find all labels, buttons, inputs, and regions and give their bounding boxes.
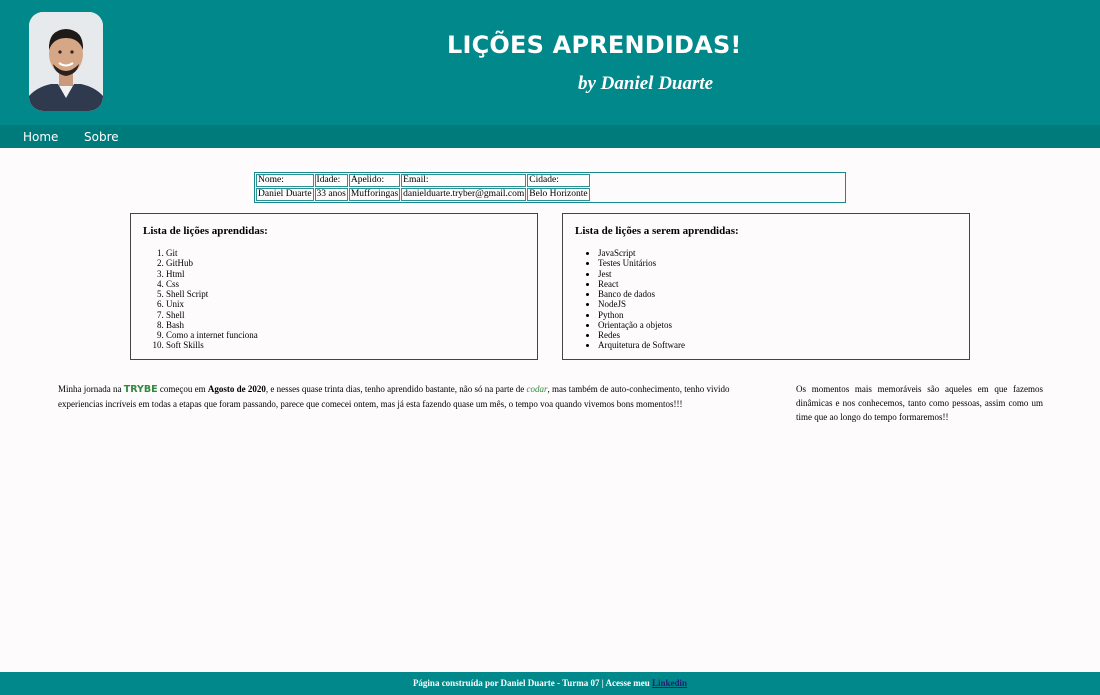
list-item: Arquitetura de Software [598, 340, 685, 350]
list-item: Shell [166, 310, 258, 320]
list-item: NodeJS [598, 299, 685, 309]
nav-bar: Home Sobre [0, 125, 1100, 148]
table-header-cell: Cidade: [527, 174, 590, 187]
list-item: Como a internet funciona [166, 330, 258, 340]
nav-sobre-link[interactable]: Sobre [84, 130, 119, 144]
table-filler [591, 188, 844, 201]
learned-lessons-list: Git GitHub Html Css Shell Script Unix Sh… [166, 248, 258, 351]
memories-paragraph: Os momentos mais memoráveis são aqueles … [796, 384, 1043, 422]
list-item: Testes Unitários [598, 258, 685, 268]
list-item: React [598, 279, 685, 289]
list-item: Shell Script [166, 289, 258, 299]
list-item: Banco de dados [598, 289, 685, 299]
author-byline: by Daniel Duarte [578, 73, 714, 94]
table-cell: Belo Horizonte [527, 188, 590, 201]
page-header: LIÇÕES APRENDIDAS! by Daniel Duarte [0, 0, 1100, 125]
list-item: Redes [598, 330, 685, 340]
journey-text-3: , e nesses quase trinta dias, tenho apre… [265, 384, 527, 394]
list-item: Unix [166, 299, 258, 309]
list-item: JavaScript [598, 248, 685, 258]
profile-info-table: Nome: Idade: Apelido: Email: Cidade: Dan… [254, 172, 846, 203]
table-header-row: Nome: Idade: Apelido: Email: Cidade: [256, 174, 844, 187]
table-header-cell: Email: [401, 174, 527, 187]
page-footer: Página construída por Daniel Duarte - Tu… [0, 672, 1100, 695]
nav-home-link[interactable]: Home [23, 130, 58, 144]
list-item: Git [166, 248, 258, 258]
table-filler [591, 174, 844, 187]
list-item: Python [598, 310, 685, 320]
list-item: Css [166, 279, 258, 289]
profile-photo-image [29, 12, 103, 111]
learned-lessons-box: Lista de lições aprendidas: Git GitHub H… [130, 213, 538, 360]
linkedin-link[interactable]: Linkedin [652, 678, 687, 688]
journey-paragraph: Minha jornada na TRYBE começou em Agosto… [58, 382, 748, 411]
table-cell: danielduarte.tryber@gmail.com [401, 188, 527, 201]
table-cell: Daniel Duarte [256, 188, 314, 201]
list-item: Soft Skills [166, 340, 258, 350]
list-item: GitHub [166, 258, 258, 268]
journey-text-2: começou em [157, 384, 208, 394]
codar-emphasis: codar [526, 384, 548, 394]
to-learn-lessons-box: Lista de lições a serem aprendidas: Java… [562, 213, 970, 360]
journey-text-1: Minha jornada na [58, 384, 124, 394]
list-item: Orientação a objetos [598, 320, 685, 330]
to-learn-lessons-heading: Lista de lições a serem aprendidas: [575, 225, 739, 237]
list-item: Html [166, 269, 258, 279]
table-cell: Mufforingas [348, 188, 401, 201]
journey-date: Agosto de 2020 [207, 384, 266, 394]
table-header-cell: Nome: [256, 174, 314, 187]
table-header-cell: Idade: [314, 174, 348, 187]
table-row: Daniel Duarte 33 anos Mufforingas daniel… [256, 188, 844, 201]
list-item: Jest [598, 269, 685, 279]
profile-photo [29, 12, 103, 111]
list-item: Bash [166, 320, 258, 330]
learned-lessons-heading: Lista de lições aprendidas: [143, 225, 268, 237]
footer-text: Página construída por Daniel Duarte - Tu… [412, 678, 653, 688]
table-cell: 33 anos [314, 188, 348, 201]
trybe-brand: TRYBE [123, 384, 158, 395]
page-title: LIÇÕES APRENDIDAS! [447, 31, 742, 59]
table-header-cell: Apelido: [348, 174, 401, 187]
to-learn-lessons-list: JavaScript Testes Unitários Jest React B… [598, 248, 685, 351]
